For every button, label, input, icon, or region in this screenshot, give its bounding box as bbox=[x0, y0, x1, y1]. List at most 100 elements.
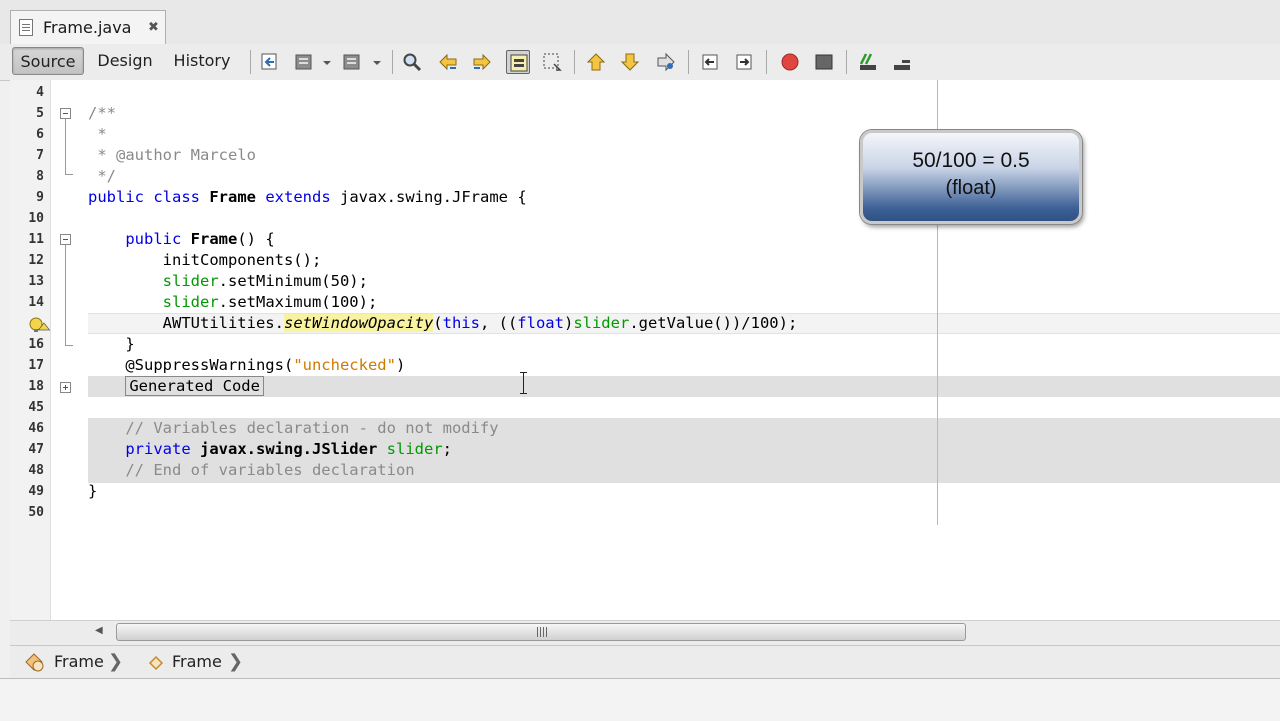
fold-collapse-icon[interactable] bbox=[60, 108, 71, 119]
class-icon bbox=[25, 653, 44, 672]
toolbar-separator bbox=[250, 50, 251, 74]
fold-guide bbox=[65, 245, 66, 345]
line-number: 6 bbox=[36, 127, 44, 142]
shift-right-icon[interactable] bbox=[618, 50, 642, 74]
forward-icon[interactable] bbox=[340, 50, 364, 74]
code-line: Generated Code bbox=[88, 376, 264, 397]
code-line: slider.setMaximum(100); bbox=[162, 293, 378, 311]
line-number: 8 bbox=[36, 169, 44, 184]
next-bookmark-icon[interactable] bbox=[732, 50, 756, 74]
callout-line-1: 50/100 = 0.5 bbox=[912, 149, 1030, 172]
last-edit-icon[interactable] bbox=[258, 50, 282, 74]
line-number: 11 bbox=[28, 232, 44, 247]
constructor-icon bbox=[148, 655, 164, 671]
toolbar-separator bbox=[846, 50, 847, 74]
record-macro-icon[interactable] bbox=[778, 50, 802, 74]
code-line: slider.setMinimum(50); bbox=[162, 272, 368, 290]
code-editor[interactable]: 4 5 6 7 8 9 10 11 12 13 14 15 16 17 18 4… bbox=[10, 80, 1280, 620]
find-next-icon[interactable] bbox=[470, 50, 494, 74]
code-line: public class Frame extends javax.swing.J… bbox=[88, 188, 527, 206]
breadcrumb-item-class[interactable]: Frame bbox=[54, 652, 104, 671]
code-line: private javax.swing.JSlider slider; bbox=[125, 440, 452, 458]
file-tab-frame-java[interactable]: Frame.java ✖ bbox=[10, 10, 166, 44]
code-line: * bbox=[88, 125, 107, 143]
java-file-icon bbox=[19, 19, 33, 36]
comment-icon[interactable] bbox=[856, 50, 880, 74]
tab-design[interactable]: Design bbox=[90, 47, 160, 75]
line-number: 7 bbox=[36, 148, 44, 163]
line-number: 9 bbox=[36, 190, 44, 205]
code-line: AWTUtilities.setWindowOpacity(this, ((fl… bbox=[162, 314, 798, 332]
guarded-block bbox=[88, 376, 1280, 397]
editor-tab-bar: Frame.java ✖ bbox=[0, 0, 1280, 45]
find-previous-icon[interactable] bbox=[436, 50, 460, 74]
dropdown-icon[interactable] bbox=[370, 50, 384, 74]
toolbar-separator bbox=[688, 50, 689, 74]
line-number: 18 bbox=[28, 379, 44, 394]
toolbar-separator bbox=[392, 50, 393, 74]
annotation-callout: 50/100 = 0.5 (float) bbox=[860, 130, 1082, 224]
code-line: } bbox=[125, 335, 135, 353]
code-line: // End of variables declaration bbox=[125, 461, 415, 479]
code-line: } bbox=[88, 482, 98, 500]
warning-bulb-icon[interactable] bbox=[28, 316, 50, 334]
toolbar-separator bbox=[574, 50, 575, 74]
line-number: 14 bbox=[28, 295, 44, 310]
fold-column bbox=[58, 80, 78, 620]
fold-guide bbox=[65, 174, 73, 175]
file-tab-label: Frame.java bbox=[43, 18, 132, 37]
toolbar-separator bbox=[766, 50, 767, 74]
code-line: // Variables declaration - do not modify bbox=[125, 419, 499, 437]
code-line: @SuppressWarnings("unchecked") bbox=[125, 356, 406, 374]
chevron-right-icon: ❯ bbox=[108, 651, 124, 672]
toggle-rect-select-icon[interactable] bbox=[540, 50, 564, 74]
tab-history[interactable]: History bbox=[166, 47, 238, 75]
prev-bookmark-icon[interactable] bbox=[698, 50, 722, 74]
scroll-left-arrow-icon[interactable]: ◀ bbox=[95, 625, 103, 636]
line-number: 10 bbox=[28, 211, 44, 226]
fold-collapse-icon[interactable] bbox=[60, 234, 71, 245]
close-tab-icon[interactable]: ✖ bbox=[148, 20, 159, 35]
fold-expand-icon[interactable] bbox=[60, 382, 71, 393]
line-number: 16 bbox=[28, 337, 44, 352]
line-number: 50 bbox=[28, 505, 44, 520]
status-bar bbox=[0, 678, 1280, 721]
stop-macro-icon[interactable] bbox=[812, 50, 836, 74]
generated-code-fold[interactable]: Generated Code bbox=[125, 376, 264, 396]
line-number: 47 bbox=[28, 442, 44, 457]
line-number: 45 bbox=[28, 400, 44, 415]
code-line: /** bbox=[88, 104, 116, 122]
line-number: 17 bbox=[28, 358, 44, 373]
line-number: 13 bbox=[28, 274, 44, 289]
chevron-right-icon: ❯ bbox=[228, 651, 244, 672]
find-selection-icon[interactable] bbox=[400, 50, 424, 74]
line-number: 49 bbox=[28, 484, 44, 499]
grip-icon bbox=[537, 627, 547, 637]
line-number: 5 bbox=[36, 106, 44, 121]
fold-guide bbox=[65, 345, 73, 346]
horizontal-scrollbar[interactable]: ◀ bbox=[10, 620, 1280, 645]
line-number: 4 bbox=[36, 85, 44, 100]
code-line: initComponents(); bbox=[162, 251, 322, 269]
fold-guide bbox=[65, 119, 66, 174]
text-cursor-icon bbox=[520, 372, 527, 394]
uncomment-icon[interactable] bbox=[890, 50, 914, 74]
line-number: 12 bbox=[28, 253, 44, 268]
scrollbar-thumb[interactable] bbox=[116, 623, 966, 641]
back-icon[interactable] bbox=[292, 50, 316, 74]
breadcrumb: Frame ❯ Frame ❯ bbox=[10, 645, 1280, 678]
editor-toolbar: Source Design History bbox=[0, 44, 1280, 81]
shift-left-icon[interactable] bbox=[584, 50, 608, 74]
line-number: 48 bbox=[28, 463, 44, 478]
tab-source[interactable]: Source bbox=[12, 47, 84, 75]
code-line: public Frame() { bbox=[125, 230, 275, 248]
line-number: 46 bbox=[28, 421, 44, 436]
line-number-gutter: 4 5 6 7 8 9 10 11 12 13 14 15 16 17 18 4… bbox=[10, 80, 51, 620]
toggle-highlight-icon[interactable] bbox=[506, 50, 530, 74]
dropdown-icon[interactable] bbox=[320, 50, 334, 74]
breadcrumb-item-constructor[interactable]: Frame bbox=[172, 652, 222, 671]
code-line: */ bbox=[88, 167, 116, 185]
callout-line-2: (float) bbox=[945, 177, 997, 199]
bookmark-icon[interactable] bbox=[654, 50, 678, 74]
code-line: * @author Marcelo bbox=[88, 146, 256, 164]
